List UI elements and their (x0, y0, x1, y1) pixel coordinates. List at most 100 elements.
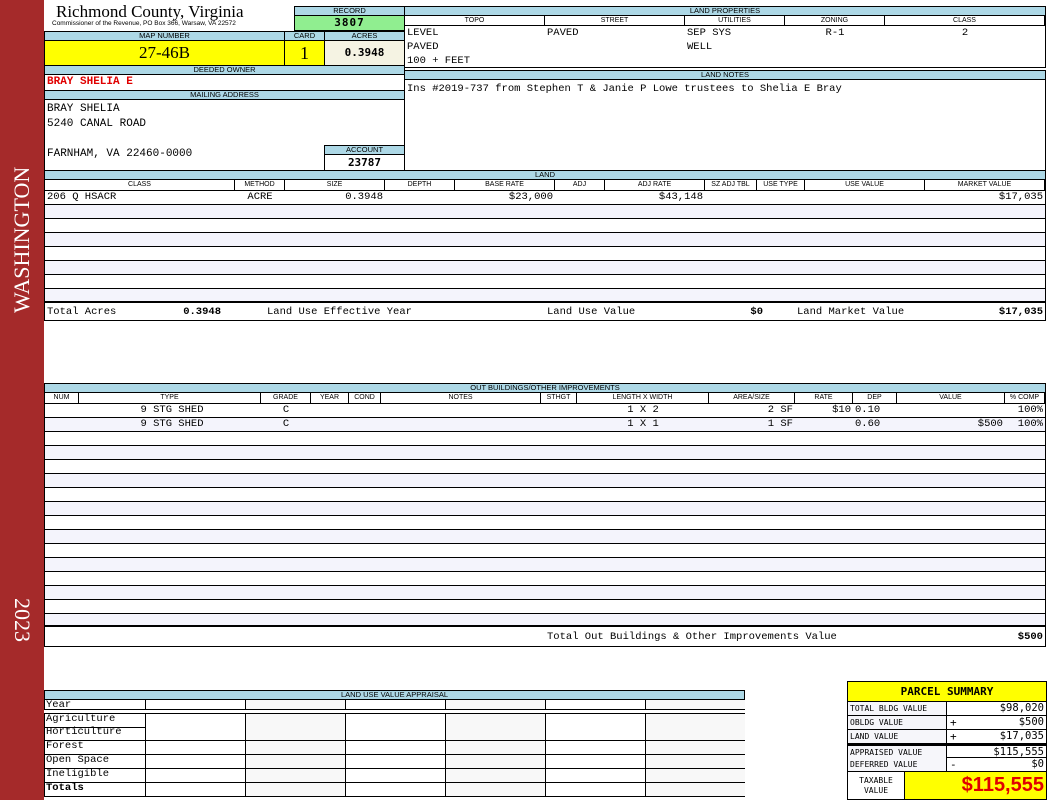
land-use-year-row-label: Year (46, 699, 72, 711)
parcel-summary-title: PARCEL SUMMARY (848, 682, 1046, 702)
mailing-line-3: FARNHAM, VA 22460-0000 (47, 148, 193, 160)
column-header: CLASS (45, 180, 235, 190)
column-header: BASE RATE (455, 180, 555, 190)
land-use-cell (545, 727, 645, 740)
land-use-cell (445, 741, 545, 754)
table-row (45, 586, 1045, 600)
street-1: PAVED (547, 27, 579, 39)
column-header: ADJ (555, 180, 605, 190)
land-use-cell (445, 727, 545, 740)
summary-row: APPRAISED VALUE $115,555 (848, 744, 1046, 759)
outbuildings-total-value: $500 (1017, 631, 1043, 643)
table-row: 9 STG SHED C 1 X 2 2 SF $10 0.10 100% (45, 404, 1045, 418)
mailing-line-1: BRAY SHELIA (47, 103, 120, 115)
column-header: ADJ RATE (605, 180, 705, 190)
land-use-cell (545, 755, 645, 768)
table-row (45, 460, 1045, 474)
column-header: TOPO (405, 16, 545, 26)
land-properties-box: TOPO STREET UTILITIES ZONING CLASS LEVEL PAV… (404, 15, 1046, 68)
table-row (45, 502, 1045, 516)
map-number-value: 27-46B (44, 40, 285, 66)
table-row (45, 275, 1045, 289)
land-notes-box: Ins #2019-737 from Stephen T & Janie P L… (404, 79, 1046, 171)
column-header: SIZE (285, 180, 385, 190)
column-header: COND (349, 393, 381, 403)
column-header: NUM (45, 393, 79, 403)
land-use-cell (345, 700, 445, 709)
table-cell: C (282, 404, 290, 416)
table-row (45, 261, 1045, 275)
utilities-2: WELL (687, 41, 713, 53)
column-header: DEPTH (385, 180, 455, 190)
class-value: 2 (961, 27, 969, 39)
table-cell: 9 STG SHED (140, 418, 204, 430)
summary-label: LAND VALUE (848, 730, 947, 743)
summary-value: $17,035 (999, 730, 1044, 742)
land-use-cell (345, 755, 445, 768)
topo-2: PAVED (407, 41, 439, 53)
column-header: MARKET VALUE (925, 180, 1045, 190)
table-row (45, 289, 1045, 302)
land-use-row: Ineligible (44, 768, 745, 783)
column-header: DEP (853, 393, 897, 403)
record-value: 3807 (294, 15, 405, 31)
table-cell: 1 SF (767, 418, 793, 430)
land-use-cell (545, 783, 645, 796)
land-use-cell (445, 755, 545, 768)
column-header: LENGTH X WIDTH (577, 393, 709, 403)
table-cell: $23,000 (508, 191, 553, 203)
land-use-row-label: Ineligible (46, 768, 110, 780)
column-header: % COMP (1005, 393, 1045, 403)
year-label: 2023 (10, 598, 35, 642)
table-cell: 0.3948 (345, 191, 383, 203)
total-acres-value: 0.3948 (183, 306, 221, 318)
land-use-cell (645, 727, 745, 740)
table-row (45, 233, 1045, 247)
outbuildings-total-label: Total Out Buildings & Other Improvements… (547, 631, 837, 643)
land-use-cell (145, 769, 245, 782)
column-header: SZ ADJ TBL (705, 180, 757, 190)
outbuildings-table: NUM TYPE GRADE YEAR COND NOTES STHGT LENGTH X W… (44, 392, 1046, 647)
land-use-cell (445, 769, 545, 782)
land-market-value-label: Land Market Value (797, 306, 905, 318)
land-use-cell (345, 714, 445, 727)
table-row: 206 Q HSACR ACRE 0.3948 $23,000 $43,148 $17,0… (45, 191, 1045, 205)
column-header: TYPE (79, 393, 261, 403)
land-use-row: Agriculture (44, 713, 745, 728)
land-use-table: Year Agriculture Horticulture Forest Open Sp… (44, 699, 745, 800)
summary-row: OBLDG VALUE + $500 (848, 716, 1046, 730)
land-use-cell (545, 769, 645, 782)
column-header: USE TYPE (757, 180, 805, 190)
table-row (45, 474, 1045, 488)
land-use-row: Totals (44, 782, 745, 797)
page-title: Richmond County, Virginia (56, 2, 244, 21)
table-row (45, 516, 1045, 530)
column-header: YEAR (311, 393, 349, 403)
table-cell: $500 (977, 418, 1003, 430)
land-use-cell (245, 727, 345, 740)
land-use-row-label: Open Space (46, 754, 110, 766)
land-use-cell (645, 783, 745, 796)
land-use-value: $0 (750, 306, 763, 318)
land-use-cell (645, 714, 745, 727)
table-row (45, 205, 1045, 219)
land-table: CLASS METHOD SIZE DEPTH BASE RATE ADJ ADJ RATE… (44, 179, 1046, 321)
land-use-row-label: Horticulture (46, 726, 122, 738)
summary-row: DEFERRED VALUE - $0 (848, 758, 1046, 772)
land-use-cell (145, 741, 245, 754)
total-acres-label: Total Acres (47, 306, 117, 318)
column-header: CLASS (885, 16, 1045, 26)
land-use-cell (145, 714, 245, 727)
column-header: AREA/SIZE (709, 393, 795, 403)
table-row (45, 530, 1045, 544)
table-row (45, 614, 1045, 626)
deeded-owner-value: BRAY SHELIA E (44, 74, 405, 91)
table-cell: $17,035 (998, 191, 1043, 203)
land-use-row: Forest (44, 740, 745, 755)
land-use-cell (545, 700, 645, 709)
taxable-value: $115,555 (905, 772, 1046, 799)
summary-value: $98,020 (999, 702, 1044, 714)
column-header: RATE (795, 393, 853, 403)
table-row (45, 247, 1045, 261)
land-use-cell (545, 714, 645, 727)
